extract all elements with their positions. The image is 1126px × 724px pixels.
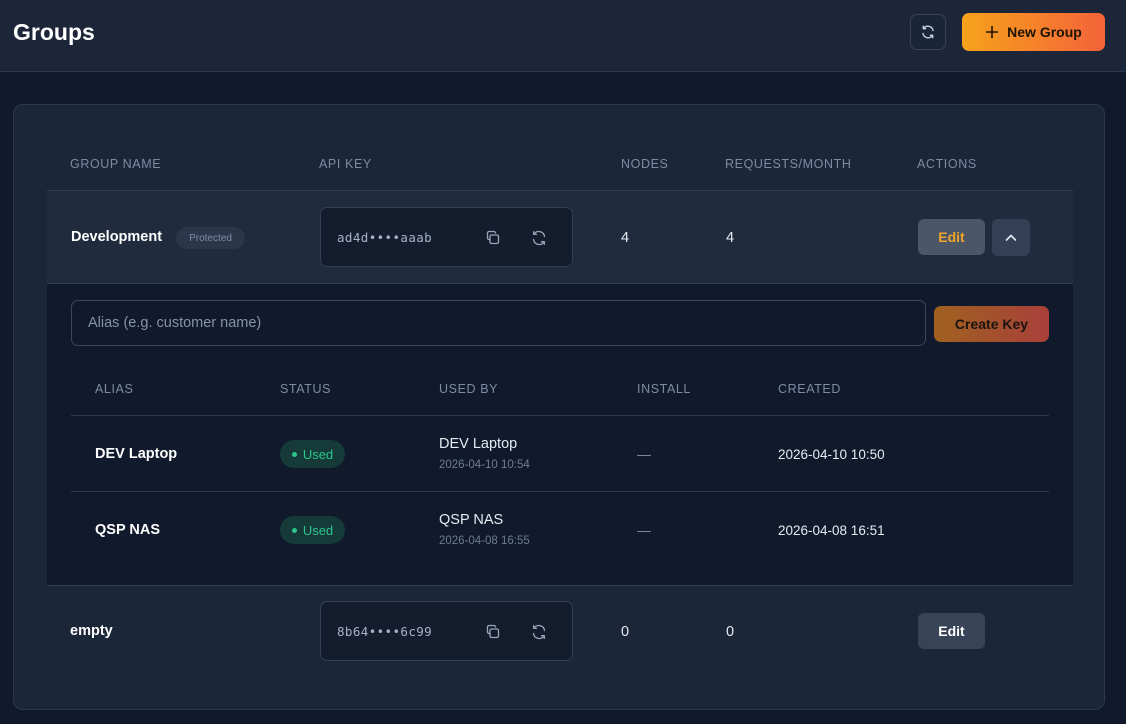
- page-title: Groups: [13, 19, 95, 45]
- column-header-install: INSTALL: [637, 382, 691, 396]
- key-alias: DEV Laptop: [95, 446, 178, 462]
- refresh-button[interactable]: [910, 14, 946, 50]
- install-value: —: [637, 446, 651, 462]
- requests-count: 0: [726, 624, 735, 640]
- protected-badge: Protected: [176, 227, 245, 249]
- api-key-box: 8b64••••6c99: [320, 601, 573, 661]
- divider: [71, 491, 1049, 492]
- nodes-count: 4: [621, 230, 630, 246]
- alias-input[interactable]: [71, 300, 926, 346]
- column-header-group-name: GROUP NAME: [70, 157, 162, 171]
- api-key-text: ad4d••••aaab: [337, 230, 433, 245]
- group-name: Development: [71, 229, 163, 245]
- copy-icon[interactable]: [484, 623, 502, 641]
- new-group-label: New Group: [1007, 24, 1082, 40]
- regenerate-icon[interactable]: [530, 229, 548, 247]
- column-header-created: CREATED: [778, 382, 842, 396]
- column-header-requests: REQUESTS/MONTH: [725, 157, 852, 171]
- status-dot: [291, 527, 297, 533]
- status-dot: [291, 451, 297, 457]
- created-date: 2026-04-10 10:50: [778, 447, 885, 462]
- new-group-button[interactable]: New Group: [962, 13, 1105, 51]
- status-badge: Used: [280, 516, 345, 544]
- edit-button[interactable]: Edit: [918, 219, 985, 255]
- keys-panel: Create Key ALIAS STATUS USED BY INSTALL …: [47, 284, 1073, 585]
- install-value: —: [637, 522, 651, 538]
- refresh-icon: [922, 25, 934, 39]
- column-header-nodes: NODES: [621, 157, 669, 171]
- edit-button[interactable]: Edit: [918, 613, 985, 649]
- status-label: Used: [302, 446, 334, 462]
- api-key-text: 8b64••••6c99: [337, 624, 433, 639]
- groups-card: GROUP NAME API KEY NODES REQUESTS/MONTH …: [13, 104, 1105, 710]
- column-header-actions: ACTIONS: [917, 157, 977, 171]
- status-label: Used: [302, 522, 334, 538]
- divider: [71, 415, 1049, 416]
- key-alias: QSP NAS: [95, 522, 161, 538]
- used-by-name: QSP NAS: [439, 512, 504, 528]
- created-date: 2026-04-08 16:51: [778, 523, 885, 538]
- requests-count: 4: [726, 230, 735, 246]
- column-header-used-by: USED BY: [439, 382, 499, 396]
- create-key-button[interactable]: Create Key: [934, 306, 1049, 342]
- divider: [47, 585, 1073, 586]
- group-name: empty: [70, 623, 113, 639]
- collapse-button[interactable]: [992, 219, 1030, 256]
- chevron-up-icon: [1005, 234, 1017, 241]
- used-by-name: DEV Laptop: [439, 436, 518, 452]
- column-header-alias: ALIAS: [95, 382, 134, 396]
- copy-icon[interactable]: [484, 229, 502, 247]
- used-by-date: 2026-04-10 10:54: [439, 459, 530, 471]
- used-by-date: 2026-04-08 16:55: [439, 535, 530, 547]
- column-header-api-key: API KEY: [319, 157, 372, 171]
- nodes-count: 0: [621, 624, 630, 640]
- group-row-development[interactable]: Development Protected ad4d••••aaab 4 4 E…: [47, 190, 1073, 284]
- api-key-box: ad4d••••aaab: [320, 207, 573, 267]
- plus-icon: [985, 25, 999, 39]
- column-header-status: STATUS: [280, 382, 332, 396]
- page-header: Groups New Group: [0, 0, 1126, 72]
- status-badge: Used: [280, 440, 345, 468]
- regenerate-icon[interactable]: [530, 623, 548, 641]
